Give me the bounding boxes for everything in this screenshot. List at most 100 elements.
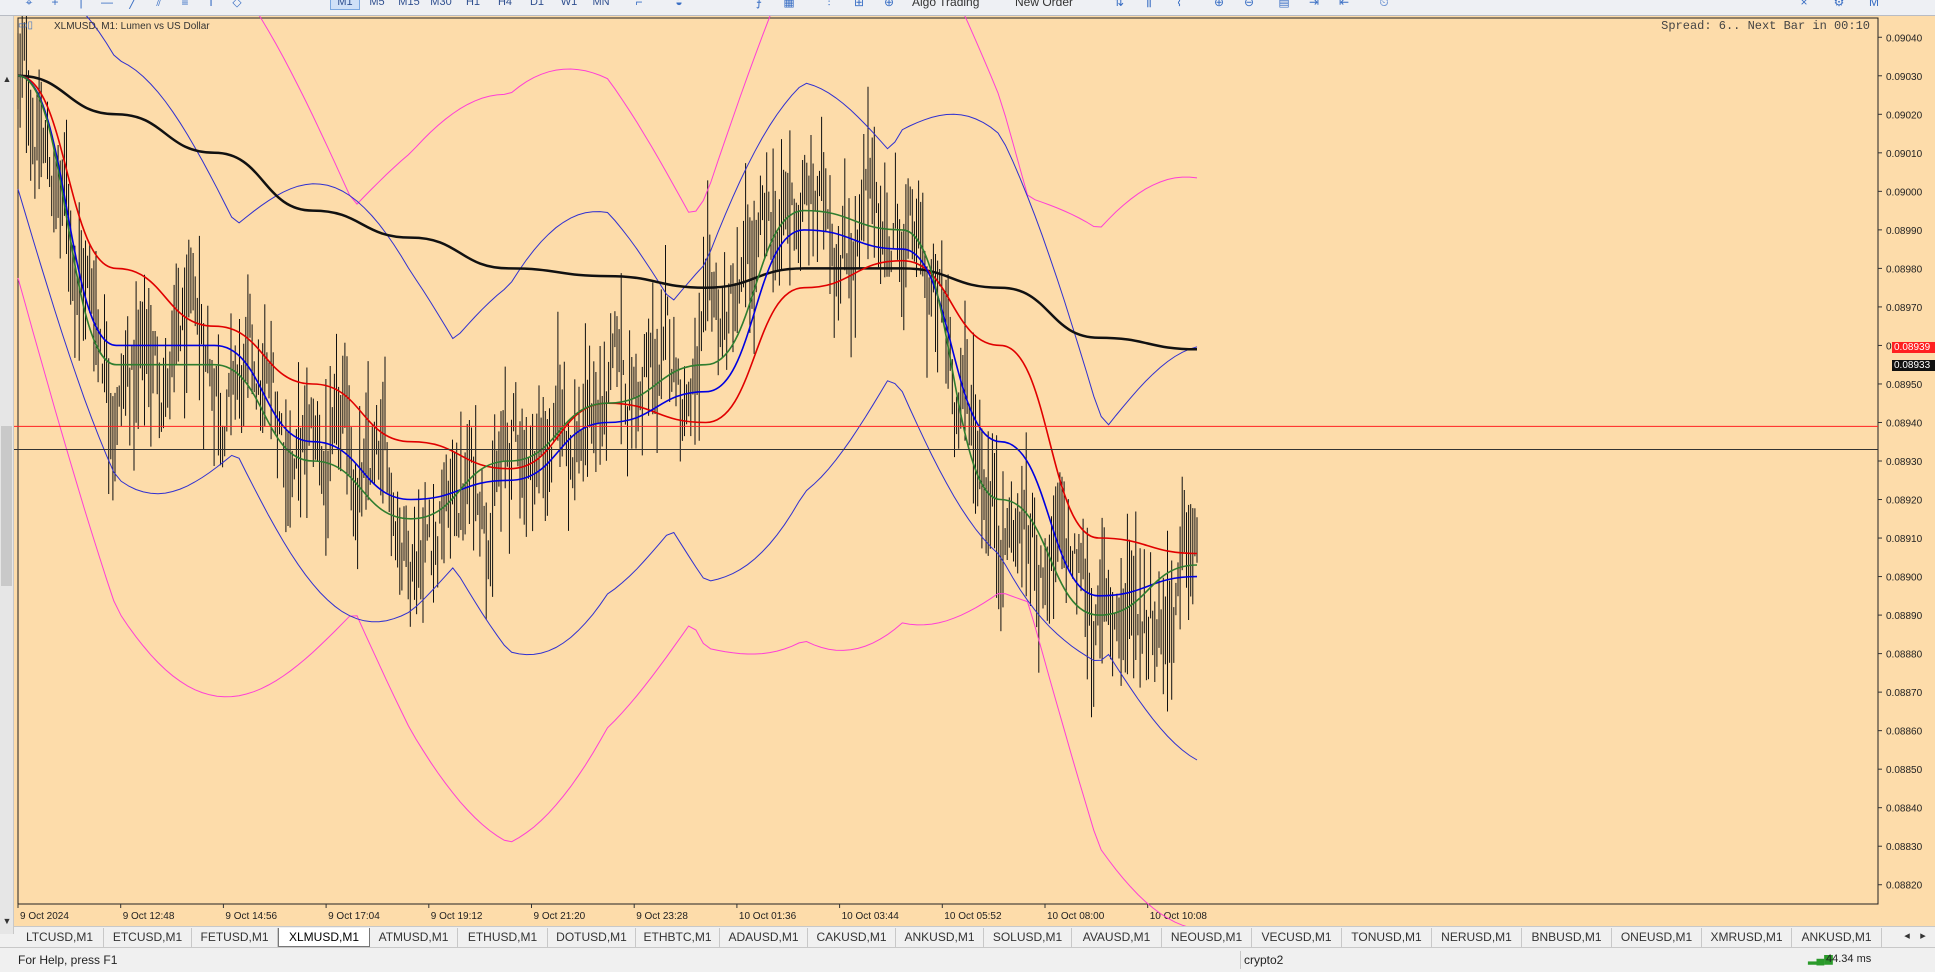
chart-title: XLMUSD, M1: Lumen vs US Dollar	[54, 21, 210, 32]
crosshair-icon[interactable]: +	[46, 0, 64, 10]
line-icon[interactable]: ⌇	[1170, 0, 1188, 10]
price-axis-label: 0.08950	[1886, 380, 1923, 391]
price-axis-label: 0.08830	[1886, 842, 1923, 853]
status-help-text: For Help, press F1	[18, 953, 118, 967]
symbol-tab[interactable]: LTCUSD,M1	[16, 928, 104, 947]
price-axis-label: 0.08880	[1886, 650, 1923, 661]
time-axis-label: 10 Oct 05:52	[944, 911, 1002, 922]
timeframe-m1-button[interactable]: M1	[330, 0, 360, 10]
time-axis-label: 9 Oct 23:28	[636, 911, 688, 922]
symbol-tab[interactable]: ONEUSD,M1	[1612, 928, 1702, 947]
close-window-icon[interactable]: ×	[1795, 0, 1813, 10]
inner-upper-band	[85, 16, 1198, 426]
bars-icon-2[interactable]: ⫼	[1140, 0, 1158, 10]
hline-icon[interactable]: —	[98, 0, 116, 10]
cursor-icon[interactable]: ⌖	[20, 0, 38, 10]
symbol-tab[interactable]: ETCUSD,M1	[104, 928, 192, 947]
price-axis-label: 0.09030	[1886, 72, 1923, 83]
scroll-thumb[interactable]	[1, 426, 12, 586]
algo-trading-button[interactable]: Algo Trading	[912, 0, 979, 10]
price-axis-label: 0.08940	[1886, 418, 1923, 429]
price-axis-label: 0.09000	[1886, 187, 1923, 198]
status-separator	[1240, 951, 1241, 969]
bid-price-tag: 0.08939	[1892, 342, 1935, 353]
symbol-tab[interactable]: ADAUSD,M1	[720, 928, 808, 947]
symbol-tab[interactable]: ETHUSD,M1	[458, 928, 548, 947]
vline-icon[interactable]: |	[72, 0, 90, 10]
depth-icon[interactable]: ⇅	[1110, 0, 1128, 10]
account-icon[interactable]: M	[1865, 0, 1883, 10]
add-icon[interactable]: ⊕	[880, 0, 898, 10]
status-profile[interactable]: crypto2	[1244, 953, 1283, 967]
timeframe-h4-button[interactable]: H4	[490, 0, 520, 10]
shift-icon[interactable]: ⇤	[1335, 0, 1353, 10]
timeframe-d1-button[interactable]: D1	[522, 0, 552, 10]
trendline-icon[interactable]: ╱	[124, 0, 142, 10]
symbol-tab[interactable]: VECUSD,M1	[1252, 928, 1342, 947]
price-axis-label: 0.08990	[1886, 226, 1923, 237]
time-axis-label: 9 Oct 12:48	[123, 911, 175, 922]
timeframe-w1-button[interactable]: W1	[554, 0, 584, 10]
tab-scroll-right-icon[interactable]: ▸	[1916, 929, 1930, 942]
zoom-out-icon[interactable]: ⊖	[1240, 0, 1258, 10]
time-axis-label: 9 Oct 19:12	[431, 911, 483, 922]
zoom-in-icon[interactable]: ⊕	[1210, 0, 1228, 10]
indicators-icon[interactable]: ⨍	[750, 0, 768, 10]
vertical-scrollbar[interactable]: ▲ ▼	[0, 16, 14, 934]
symbol-tab-bar: LTCUSD,M1 ETCUSD,M1 FETUSD,M1 XLMUSD,M1 ATMU…	[14, 926, 1935, 947]
time-axis-label: 10 Oct 01:36	[739, 911, 797, 922]
tab-scroll-left-icon[interactable]: ◂	[1900, 929, 1914, 942]
symbol-tab[interactable]: ETHBTC,M1	[636, 928, 720, 947]
scroll-up-icon[interactable]: ▲	[1, 74, 13, 84]
status-bar: For Help, press F1 crypto2 ▂▄▆ 44.34 ms	[0, 947, 1935, 972]
tile-icon[interactable]: ▤	[1275, 0, 1293, 10]
price-axis-label: 0.08910	[1886, 534, 1923, 545]
zoom-chart-icon[interactable]: ◒	[670, 0, 688, 10]
time-axis-label: 9 Oct 14:56	[225, 911, 277, 922]
timeframe-m5-button[interactable]: M5	[362, 0, 392, 10]
symbol-tab[interactable]: NEOUSD,M1	[1162, 928, 1252, 947]
chart-type-icon[interactable]: ⌐	[630, 0, 648, 10]
price-axis-label: 0.08860	[1886, 727, 1923, 738]
symbol-tab[interactable]: SOLUSD,M1	[984, 928, 1072, 947]
settings-icon[interactable]: ⚙	[1830, 0, 1848, 10]
timeframe-m30-button[interactable]: M30	[426, 0, 456, 10]
scroll-down-icon[interactable]: ▼	[1, 916, 13, 926]
symbol-tab[interactable]: CAKUSD,M1	[808, 928, 896, 947]
grid-icon[interactable]: ⊞	[850, 0, 868, 10]
time-axis-label: 9 Oct 17:04	[328, 911, 380, 922]
shapes-icon[interactable]: ◇	[228, 0, 246, 10]
bars-icon[interactable]: ⫶	[820, 0, 838, 10]
symbol-tab[interactable]: ANKUSD,M1	[1792, 928, 1882, 947]
symbol-tab[interactable]: AVAUSD,M1	[1072, 928, 1162, 947]
autoscroll-icon[interactable]: ⇥	[1305, 0, 1323, 10]
price-axis-label: 0.08920	[1886, 496, 1923, 507]
time-axis-label: 9 Oct 21:20	[534, 911, 586, 922]
toolbar: ⌖ + | — ╱ ⫽ ≡ T ◇ M1 M5 M15 M30 H1 H4 D1 W1 MN ⌐ ◒ ⨍ ▦ ⫶ ⊞ ⊕ Algo…	[0, 0, 1935, 16]
symbol-tab[interactable]: FETUSD,M1	[192, 928, 278, 947]
price-axis-label: 0.08870	[1886, 688, 1923, 699]
price-axis-label: 0.08820	[1886, 881, 1923, 892]
text-icon[interactable]: T	[202, 0, 220, 10]
symbol-tab[interactable]: XLMUSD,M1	[278, 928, 370, 947]
symbol-tab[interactable]: XMRUSD,M1	[1702, 928, 1792, 947]
symbol-tab[interactable]: ATMUSD,M1	[370, 928, 458, 947]
timeframe-h1-button[interactable]: H1	[458, 0, 488, 10]
price-axis-label: 0.08980	[1886, 264, 1923, 275]
timeframe-m15-button[interactable]: M15	[394, 0, 424, 10]
symbol-tab[interactable]: DOTUSD,M1	[548, 928, 636, 947]
timeframe-mn-button[interactable]: MN	[586, 0, 616, 10]
chart-area[interactable]: 0.09040 0.09030 0.09020 0.09010 0.09000 0.089…	[14, 16, 1935, 926]
symbol-tab[interactable]: TONUSD,M1	[1342, 928, 1432, 947]
symbol-tab[interactable]: ANKUSD,M1	[896, 928, 984, 947]
templates-icon[interactable]: ▦	[780, 0, 798, 10]
fibo-icon[interactable]: ≡	[176, 0, 194, 10]
new-order-button[interactable]: New Order	[1015, 0, 1073, 10]
symbol-tab[interactable]: NERUSD,M1	[1432, 928, 1522, 947]
time-axis-label: 10 Oct 08:00	[1047, 911, 1105, 922]
price-axis-label: 0.08970	[1886, 303, 1923, 314]
price-chart[interactable]: 0.09040 0.09030 0.09020 0.09010 0.09000 0.089…	[14, 16, 1935, 926]
channel-icon[interactable]: ⫽	[150, 0, 168, 10]
symbol-tab[interactable]: BNBUSD,M1	[1522, 928, 1612, 947]
period-icon[interactable]: ⏲	[1375, 0, 1393, 10]
